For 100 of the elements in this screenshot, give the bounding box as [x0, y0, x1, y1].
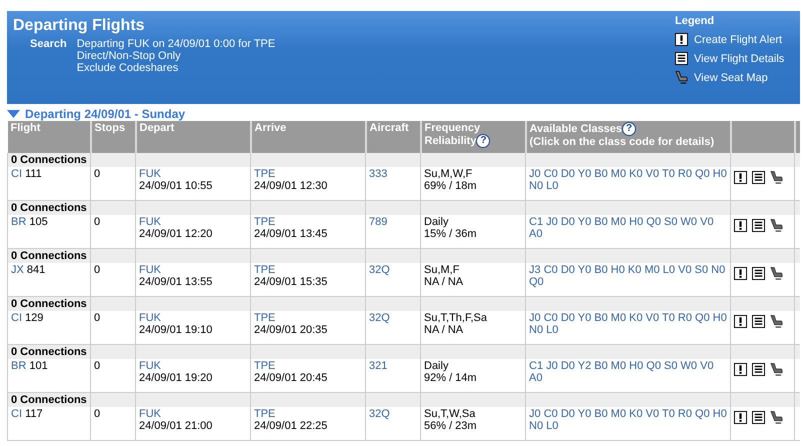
exclamation-icon[interactable] — [734, 219, 747, 232]
class-code-link[interactable]: Y0 — [578, 312, 592, 324]
class-code-link[interactable]: V0 — [646, 408, 660, 420]
airport-code[interactable]: TPE — [254, 168, 276, 180]
help-button[interactable]: ? — [622, 122, 636, 136]
class-code-link[interactable]: C0 — [544, 312, 558, 324]
legend-link[interactable]: View Flight Details — [694, 52, 784, 64]
class-code-link[interactable]: N0 — [529, 324, 544, 336]
class-code-link[interactable]: K0 — [629, 312, 643, 324]
class-code-link[interactable]: M0 — [644, 264, 660, 276]
class-code-link[interactable]: Q0 — [646, 216, 661, 228]
class-code-link[interactable]: L0 — [546, 324, 558, 336]
class-code-link[interactable]: V0 — [646, 168, 660, 180]
class-code-link[interactable]: Y0 — [578, 408, 592, 420]
class-code-link[interactable]: C1 — [529, 360, 544, 372]
class-code-link[interactable]: S0 — [664, 360, 678, 372]
seat-icon[interactable] — [770, 267, 783, 280]
airline-code[interactable]: BR — [11, 360, 26, 372]
class-code-link[interactable]: N0 — [529, 180, 544, 192]
class-code-link[interactable]: J0 — [529, 312, 541, 324]
seat-icon[interactable] — [770, 171, 783, 184]
class-code-link[interactable]: D0 — [560, 408, 575, 420]
class-code-link[interactable]: J0 — [529, 408, 541, 420]
class-code-link[interactable]: Q0 — [695, 312, 710, 324]
aircraft-code[interactable]: 32Q — [369, 312, 390, 324]
document-icon[interactable] — [752, 411, 765, 424]
airport-code[interactable]: TPE — [254, 408, 276, 420]
class-code-link[interactable]: K0 — [628, 264, 642, 276]
class-code-link[interactable]: B0 — [594, 312, 608, 324]
class-code-link[interactable]: R0 — [678, 312, 692, 324]
class-code-link[interactable]: H0 — [712, 408, 727, 420]
airport-code[interactable]: FUK — [139, 312, 161, 324]
class-code-link[interactable]: V0 — [700, 216, 714, 228]
class-code-link[interactable]: M0 — [610, 408, 626, 420]
class-code-link[interactable]: V0 — [646, 312, 660, 324]
class-code-link[interactable]: Y0 — [578, 216, 592, 228]
class-code-link[interactable]: D0 — [560, 360, 575, 372]
exclamation-icon[interactable] — [734, 171, 747, 184]
document-icon[interactable] — [752, 267, 765, 280]
airport-code[interactable]: TPE — [254, 264, 276, 276]
class-code-link[interactable]: H0 — [712, 168, 727, 180]
class-code-link[interactable]: B0 — [594, 408, 608, 420]
class-code-link[interactable]: H0 — [610, 264, 625, 276]
class-code-link[interactable]: A0 — [529, 228, 542, 240]
class-code-link[interactable]: B0 — [594, 360, 608, 372]
class-code-link[interactable]: Y0 — [578, 168, 592, 180]
airport-code[interactable]: FUK — [139, 360, 161, 372]
class-code-link[interactable]: B0 — [594, 216, 608, 228]
class-code-link[interactable]: V0 — [700, 360, 714, 372]
class-code-link[interactable]: W0 — [680, 216, 698, 228]
airline-code[interactable]: CI — [11, 408, 22, 420]
class-code-link[interactable]: Q0 — [695, 408, 710, 420]
help-button[interactable]: ? — [476, 134, 490, 148]
seat-icon[interactable] — [770, 363, 783, 376]
class-code-link[interactable]: K0 — [629, 168, 643, 180]
class-code-link[interactable]: T0 — [662, 312, 675, 324]
class-code-link[interactable]: R0 — [678, 168, 692, 180]
airline-code[interactable]: JX — [11, 264, 24, 276]
class-code-link[interactable]: Q0 — [529, 276, 544, 288]
class-code-link[interactable]: H0 — [629, 216, 644, 228]
class-code-link[interactable]: Q0 — [695, 168, 710, 180]
collapse-triangle-icon[interactable] — [7, 110, 20, 118]
class-code-link[interactable]: N0 — [711, 264, 726, 276]
class-code-link[interactable]: K0 — [629, 408, 643, 420]
airline-code[interactable]: BR — [11, 216, 26, 228]
seat-icon[interactable] — [770, 219, 783, 232]
class-code-link[interactable]: L0 — [546, 180, 558, 192]
exclamation-icon[interactable] — [734, 267, 747, 280]
airport-code[interactable]: FUK — [139, 168, 161, 180]
class-code-link[interactable]: D0 — [560, 264, 575, 276]
class-code-link[interactable]: B0 — [594, 168, 608, 180]
document-icon[interactable] — [752, 219, 765, 232]
document-icon[interactable] — [752, 315, 765, 328]
airport-code[interactable]: TPE — [254, 360, 276, 372]
class-code-link[interactable]: S0 — [664, 216, 678, 228]
class-code-link[interactable]: Y0 — [578, 264, 592, 276]
airport-code[interactable]: TPE — [254, 216, 276, 228]
class-code-link[interactable]: A0 — [529, 372, 542, 384]
class-code-link[interactable]: R0 — [678, 408, 692, 420]
class-code-link[interactable]: J3 — [529, 264, 541, 276]
section-title[interactable]: Departing 24/09/01 - Sunday — [25, 107, 186, 121]
exclamation-icon[interactable] — [734, 315, 747, 328]
class-code-link[interactable]: M0 — [610, 360, 626, 372]
class-code-link[interactable]: T0 — [662, 408, 675, 420]
class-code-link[interactable]: C0 — [544, 408, 558, 420]
aircraft-code[interactable]: 321 — [369, 360, 388, 372]
class-code-link[interactable]: L0 — [546, 420, 558, 432]
class-code-link[interactable]: H0 — [629, 360, 644, 372]
aircraft-code[interactable]: 32Q — [369, 264, 390, 276]
class-code-link[interactable]: W0 — [680, 360, 698, 372]
document-icon[interactable] — [752, 363, 765, 376]
seat-icon[interactable] — [770, 315, 783, 328]
legend-link[interactable]: Create Flight Alert — [694, 34, 782, 46]
class-code-link[interactable]: J0 — [529, 168, 541, 180]
class-code-link[interactable]: N0 — [529, 420, 544, 432]
airline-code[interactable]: CI — [11, 168, 22, 180]
class-code-link[interactable]: T0 — [662, 168, 675, 180]
class-code-link[interactable]: M0 — [610, 168, 626, 180]
class-code-link[interactable]: D0 — [560, 216, 575, 228]
class-code-link[interactable]: S0 — [694, 264, 708, 276]
